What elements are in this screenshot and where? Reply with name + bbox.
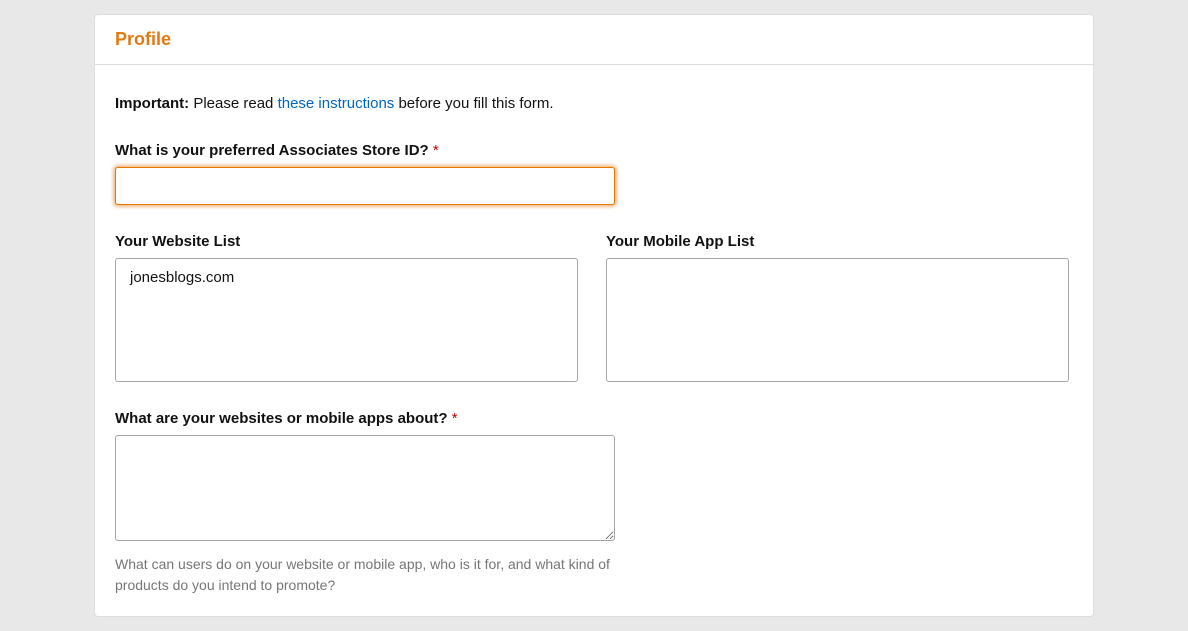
- important-notice: Important: Please read these instruction…: [115, 95, 1073, 112]
- about-help-text: What can users do on your website or mob…: [115, 554, 615, 596]
- about-textarea[interactable]: [115, 435, 615, 541]
- instructions-link[interactable]: these instructions: [278, 95, 395, 112]
- website-list-label: Your Website List: [115, 233, 578, 250]
- card-header: Profile: [95, 15, 1093, 65]
- important-prefix: Important:: [115, 95, 189, 112]
- store-id-label-text: What is your preferred Associates Store …: [115, 142, 433, 159]
- store-id-field: What is your preferred Associates Store …: [115, 142, 1073, 205]
- website-list-box[interactable]: jonesblogs.com: [115, 258, 578, 382]
- mobile-app-list-field: Your Mobile App List: [606, 233, 1069, 382]
- important-before: Please read: [189, 95, 277, 112]
- store-id-input[interactable]: [115, 167, 615, 205]
- mobile-app-list-box[interactable]: [606, 258, 1069, 382]
- mobile-app-list-label: Your Mobile App List: [606, 233, 1069, 250]
- profile-card: Profile Important: Please read these ins…: [94, 14, 1094, 617]
- required-asterisk: *: [452, 410, 458, 427]
- about-field: What are your websites or mobile apps ab…: [115, 410, 1073, 596]
- about-label-text: What are your websites or mobile apps ab…: [115, 410, 452, 427]
- about-label: What are your websites or mobile apps ab…: [115, 410, 1073, 427]
- important-after: before you fill this form.: [394, 95, 553, 112]
- website-list-field: Your Website List jonesblogs.com: [115, 233, 578, 382]
- store-id-label: What is your preferred Associates Store …: [115, 142, 1073, 159]
- website-list-value: jonesblogs.com: [130, 269, 234, 286]
- card-body: Important: Please read these instruction…: [95, 65, 1093, 616]
- card-title: Profile: [115, 29, 1073, 50]
- required-asterisk: *: [433, 142, 439, 159]
